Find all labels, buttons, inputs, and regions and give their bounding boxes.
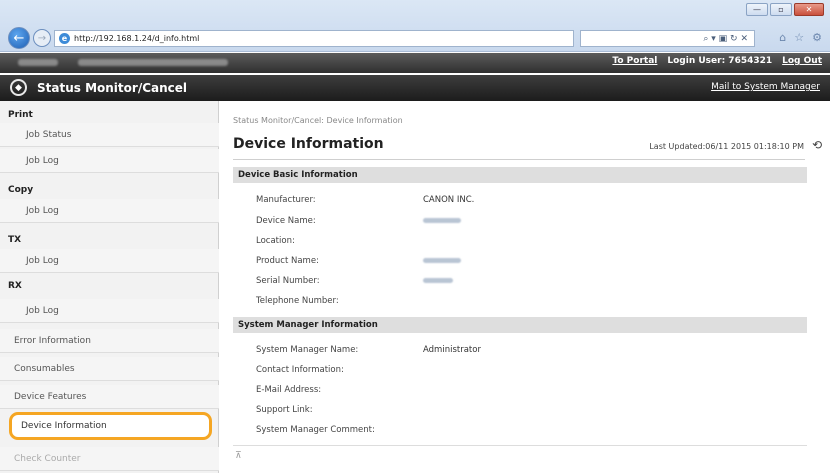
section-system-manager-information: System Manager Information — [233, 317, 807, 333]
row-device-name: Device Name: — [256, 216, 461, 226]
serial-number-label: Serial Number: — [256, 276, 320, 286]
address-tools-icons[interactable]: ⌕ ▾ ▣ ↻ ✕ — [703, 34, 748, 44]
telephone-number-label: Telephone Number: — [256, 296, 339, 306]
redacted-device-label — [18, 59, 58, 66]
favorites-star-icon[interactable]: ☆ — [794, 31, 804, 44]
sidebar-item-job-status[interactable]: Job Status — [0, 123, 219, 147]
browser-toolbar: ⌂ ☆ ⚙ — [779, 31, 822, 44]
system-manager-name-value: Administrator — [423, 345, 481, 355]
sidebar-item-device-information[interactable]: Device Information — [9, 412, 212, 440]
sidebar-item-copy-job-log[interactable]: Job Log — [0, 199, 219, 223]
row-email-address: E-Mail Address: — [256, 385, 423, 395]
row-telephone-number: Telephone Number: — [256, 296, 423, 306]
breadcrumb: Status Monitor/Cancel: Device Informatio… — [233, 116, 403, 125]
system-manager-comment-label: System Manager Comment: — [256, 425, 375, 435]
scroll-to-top-icon[interactable]: ⊼ — [235, 451, 242, 461]
system-manager-name-label: System Manager Name: — [256, 345, 359, 355]
last-updated-text: Last Updated:06/11 2015 01:18:10 PM — [649, 142, 804, 151]
to-portal-link[interactable]: To Portal — [612, 56, 657, 66]
sidebar-item-print-job-log[interactable]: Job Log — [0, 149, 219, 173]
page-title: Device Information — [233, 136, 384, 152]
sidebar-item-consumables[interactable]: Consumables — [0, 357, 219, 381]
sidebar: Print Job Status Job Log Copy Job Log TX… — [0, 101, 219, 473]
location-label: Location: — [256, 236, 295, 246]
row-manufacturer: Manufacturer: CANON INC. — [256, 195, 474, 205]
title-divider — [233, 159, 805, 160]
section-device-basic-information: Device Basic Information — [233, 167, 807, 183]
footer-divider — [233, 445, 807, 446]
log-out-link[interactable]: Log Out — [782, 56, 822, 66]
row-system-manager-name: System Manager Name: Administrator — [256, 345, 481, 355]
app-title: Status Monitor/Cancel — [37, 81, 188, 95]
top-links: To Portal Login User: 7654321 Log Out — [612, 56, 822, 66]
manufacturer-value: CANON INC. — [423, 195, 475, 205]
settings-gear-icon[interactable]: ⚙ — [812, 31, 822, 44]
row-contact-information: Contact Information: — [256, 365, 423, 375]
forward-button[interactable]: → — [33, 29, 51, 47]
sidebar-group-tx: TX — [8, 235, 22, 245]
ie-page-icon: e — [59, 33, 70, 44]
product-name-label: Product Name: — [256, 256, 319, 266]
mail-system-manager-link[interactable]: Mail to System Manager — [711, 82, 820, 92]
device-top-bar: To Portal Login User: 7654321 Log Out — [0, 53, 830, 73]
sidebar-item-check-counter[interactable]: Check Counter — [0, 447, 219, 471]
redacted-series-label — [78, 59, 228, 66]
arrow-right-icon: → — [37, 32, 47, 44]
sidebar-item-rx-job-log[interactable]: Job Log — [0, 299, 219, 323]
redacted-product-name — [423, 258, 461, 263]
address-bar[interactable]: e http://192.168.1.24/d_info.html — [54, 30, 574, 47]
row-product-name: Product Name: — [256, 256, 461, 266]
url-text: http://192.168.1.24/d_info.html — [74, 34, 200, 43]
redacted-serial-number — [423, 278, 453, 283]
minimize-button[interactable]: — — [746, 3, 768, 16]
sidebar-item-tx-job-log[interactable]: Job Log — [0, 249, 219, 273]
row-serial-number: Serial Number: — [256, 276, 453, 286]
main-content: Status Monitor/Cancel: Device Informatio… — [219, 101, 830, 473]
window-controls: — ▫ ✕ — [746, 3, 824, 16]
sidebar-group-print: Print — [8, 110, 33, 120]
home-icon[interactable]: ⌂ — [779, 31, 786, 44]
row-location: Location: — [256, 236, 423, 246]
page-header: ◆ Status Monitor/Cancel Mail to System M… — [0, 75, 830, 101]
arrow-left-icon: ← — [13, 30, 25, 46]
address-tools[interactable]: ⌕ ▾ ▣ ↻ ✕ — [580, 30, 755, 47]
manufacturer-label: Manufacturer: — [256, 195, 316, 205]
support-link-label: Support Link: — [256, 405, 313, 415]
sidebar-group-rx: RX — [8, 281, 22, 291]
row-system-manager-comment: System Manager Comment: — [256, 425, 423, 435]
browser-chrome: — ▫ ✕ ← → e http://192.168.1.24/d_info.h… — [0, 0, 830, 52]
maximize-button[interactable]: ▫ — [770, 3, 792, 16]
status-monitor-icon: ◆ — [10, 79, 27, 96]
contact-information-label: Contact Information: — [256, 365, 344, 375]
close-window-button[interactable]: ✕ — [794, 3, 824, 16]
email-address-label: E-Mail Address: — [256, 385, 322, 395]
login-user-text: Login User: 7654321 — [667, 56, 773, 66]
redacted-device-name — [423, 218, 461, 223]
sidebar-item-error-information[interactable]: Error Information — [0, 329, 219, 353]
back-button[interactable]: ← — [8, 27, 30, 49]
row-support-link: Support Link: — [256, 405, 423, 415]
refresh-icon[interactable]: ⟲ — [812, 138, 822, 152]
sidebar-item-device-features[interactable]: Device Features — [0, 385, 219, 409]
device-name-label: Device Name: — [256, 216, 316, 226]
sidebar-group-copy: Copy — [8, 185, 34, 195]
